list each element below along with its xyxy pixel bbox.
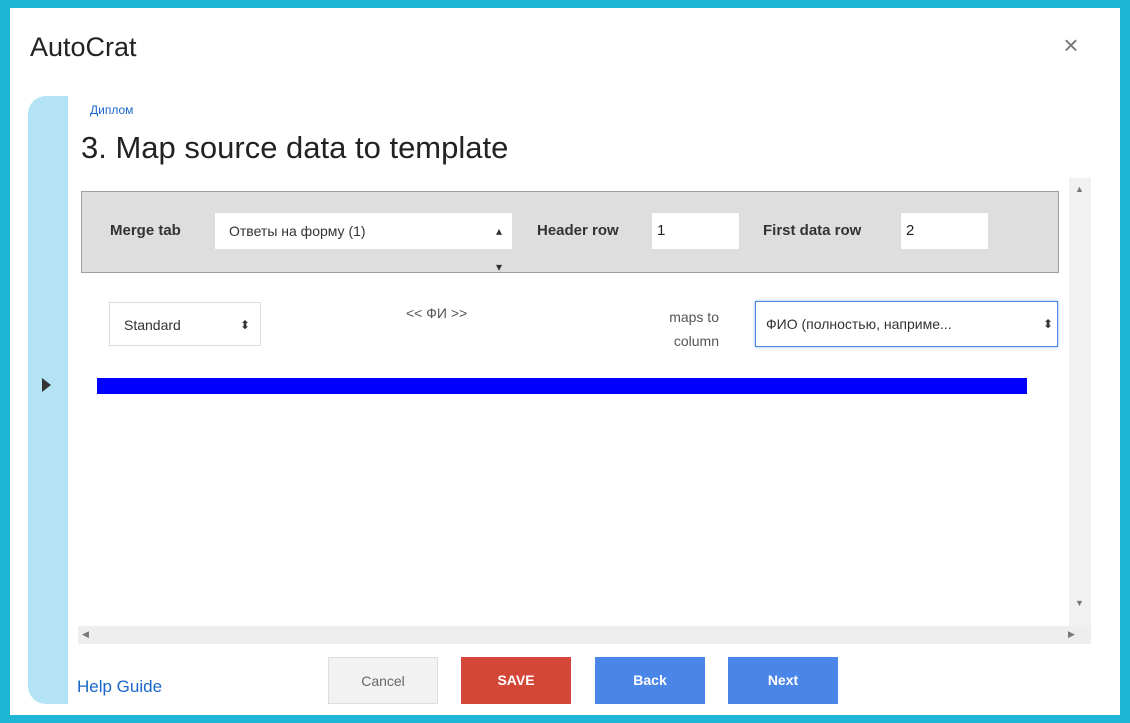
scroll-left-icon[interactable]: ◀ — [82, 629, 89, 640]
template-tag: << ФИ >> — [406, 305, 468, 321]
merge-tab-label: Merge tab — [110, 222, 181, 239]
maps-to-label: maps to column — [611, 305, 719, 353]
mapping-type-value: Standard — [124, 317, 181, 333]
updown-arrows-icon: ⬍ — [239, 318, 250, 332]
maps-to-line2: column — [673, 333, 719, 349]
merge-tab-select[interactable]: Ответы на форму (1) ▴ ▾ — [214, 212, 513, 274]
scroll-down-icon[interactable]: ▼ — [1075, 598, 1084, 608]
header-row-label: Header row — [537, 222, 619, 239]
header-row-input[interactable]: 1 — [651, 212, 740, 250]
scroll-up-icon[interactable]: ▲ — [1075, 184, 1084, 194]
updown-arrows-icon: ⬍ — [1042, 317, 1053, 331]
merge-tab-select-value: Ответы на форму (1) — [229, 223, 366, 239]
close-icon[interactable]: × — [1060, 32, 1082, 58]
next-button[interactable]: Next — [728, 657, 838, 704]
merge-tab-bar: Merge tab Ответы на форму (1) ▴ ▾ Header … — [81, 191, 1059, 274]
breadcrumb[interactable]: Диплом — [90, 103, 133, 117]
chevron-right-icon[interactable] — [42, 378, 51, 392]
cancel-button[interactable]: Cancel — [328, 657, 438, 704]
horizontal-scrollbar[interactable]: ◀ ▶ — [78, 626, 1091, 644]
back-button[interactable]: Back — [595, 657, 705, 704]
autocrat-dialog: AutoCrat × Диплом 3. Map source data to … — [10, 8, 1120, 715]
first-data-row-label: First data row — [763, 222, 862, 239]
scroll-right-icon[interactable]: ▶ — [1068, 629, 1075, 640]
source-column-select[interactable]: ФИО (полностью, наприме... ⬍ — [755, 301, 1058, 347]
vertical-scrollbar[interactable]: ▲ ▼ — [1069, 178, 1091, 633]
side-panel-rail[interactable] — [28, 96, 68, 704]
app-title: AutoCrat — [30, 32, 137, 62]
save-button[interactable]: SAVE — [461, 657, 571, 704]
updown-arrows-icon: ▴ ▾ — [495, 224, 502, 274]
maps-to-line1: maps to — [669, 309, 719, 325]
mapping-type-select[interactable]: Standard ⬍ — [109, 302, 261, 346]
page-title: 3. Map source data to template — [81, 130, 509, 165]
source-column-value: ФИО (полностью, наприме... — [766, 316, 952, 332]
mapping-content: Merge tab Ответы на форму (1) ▴ ▾ Header … — [71, 181, 1074, 626]
first-data-row-input[interactable]: 2 — [900, 212, 989, 250]
help-guide-link[interactable]: Help Guide — [77, 677, 162, 697]
highlight-bar — [97, 378, 1027, 394]
